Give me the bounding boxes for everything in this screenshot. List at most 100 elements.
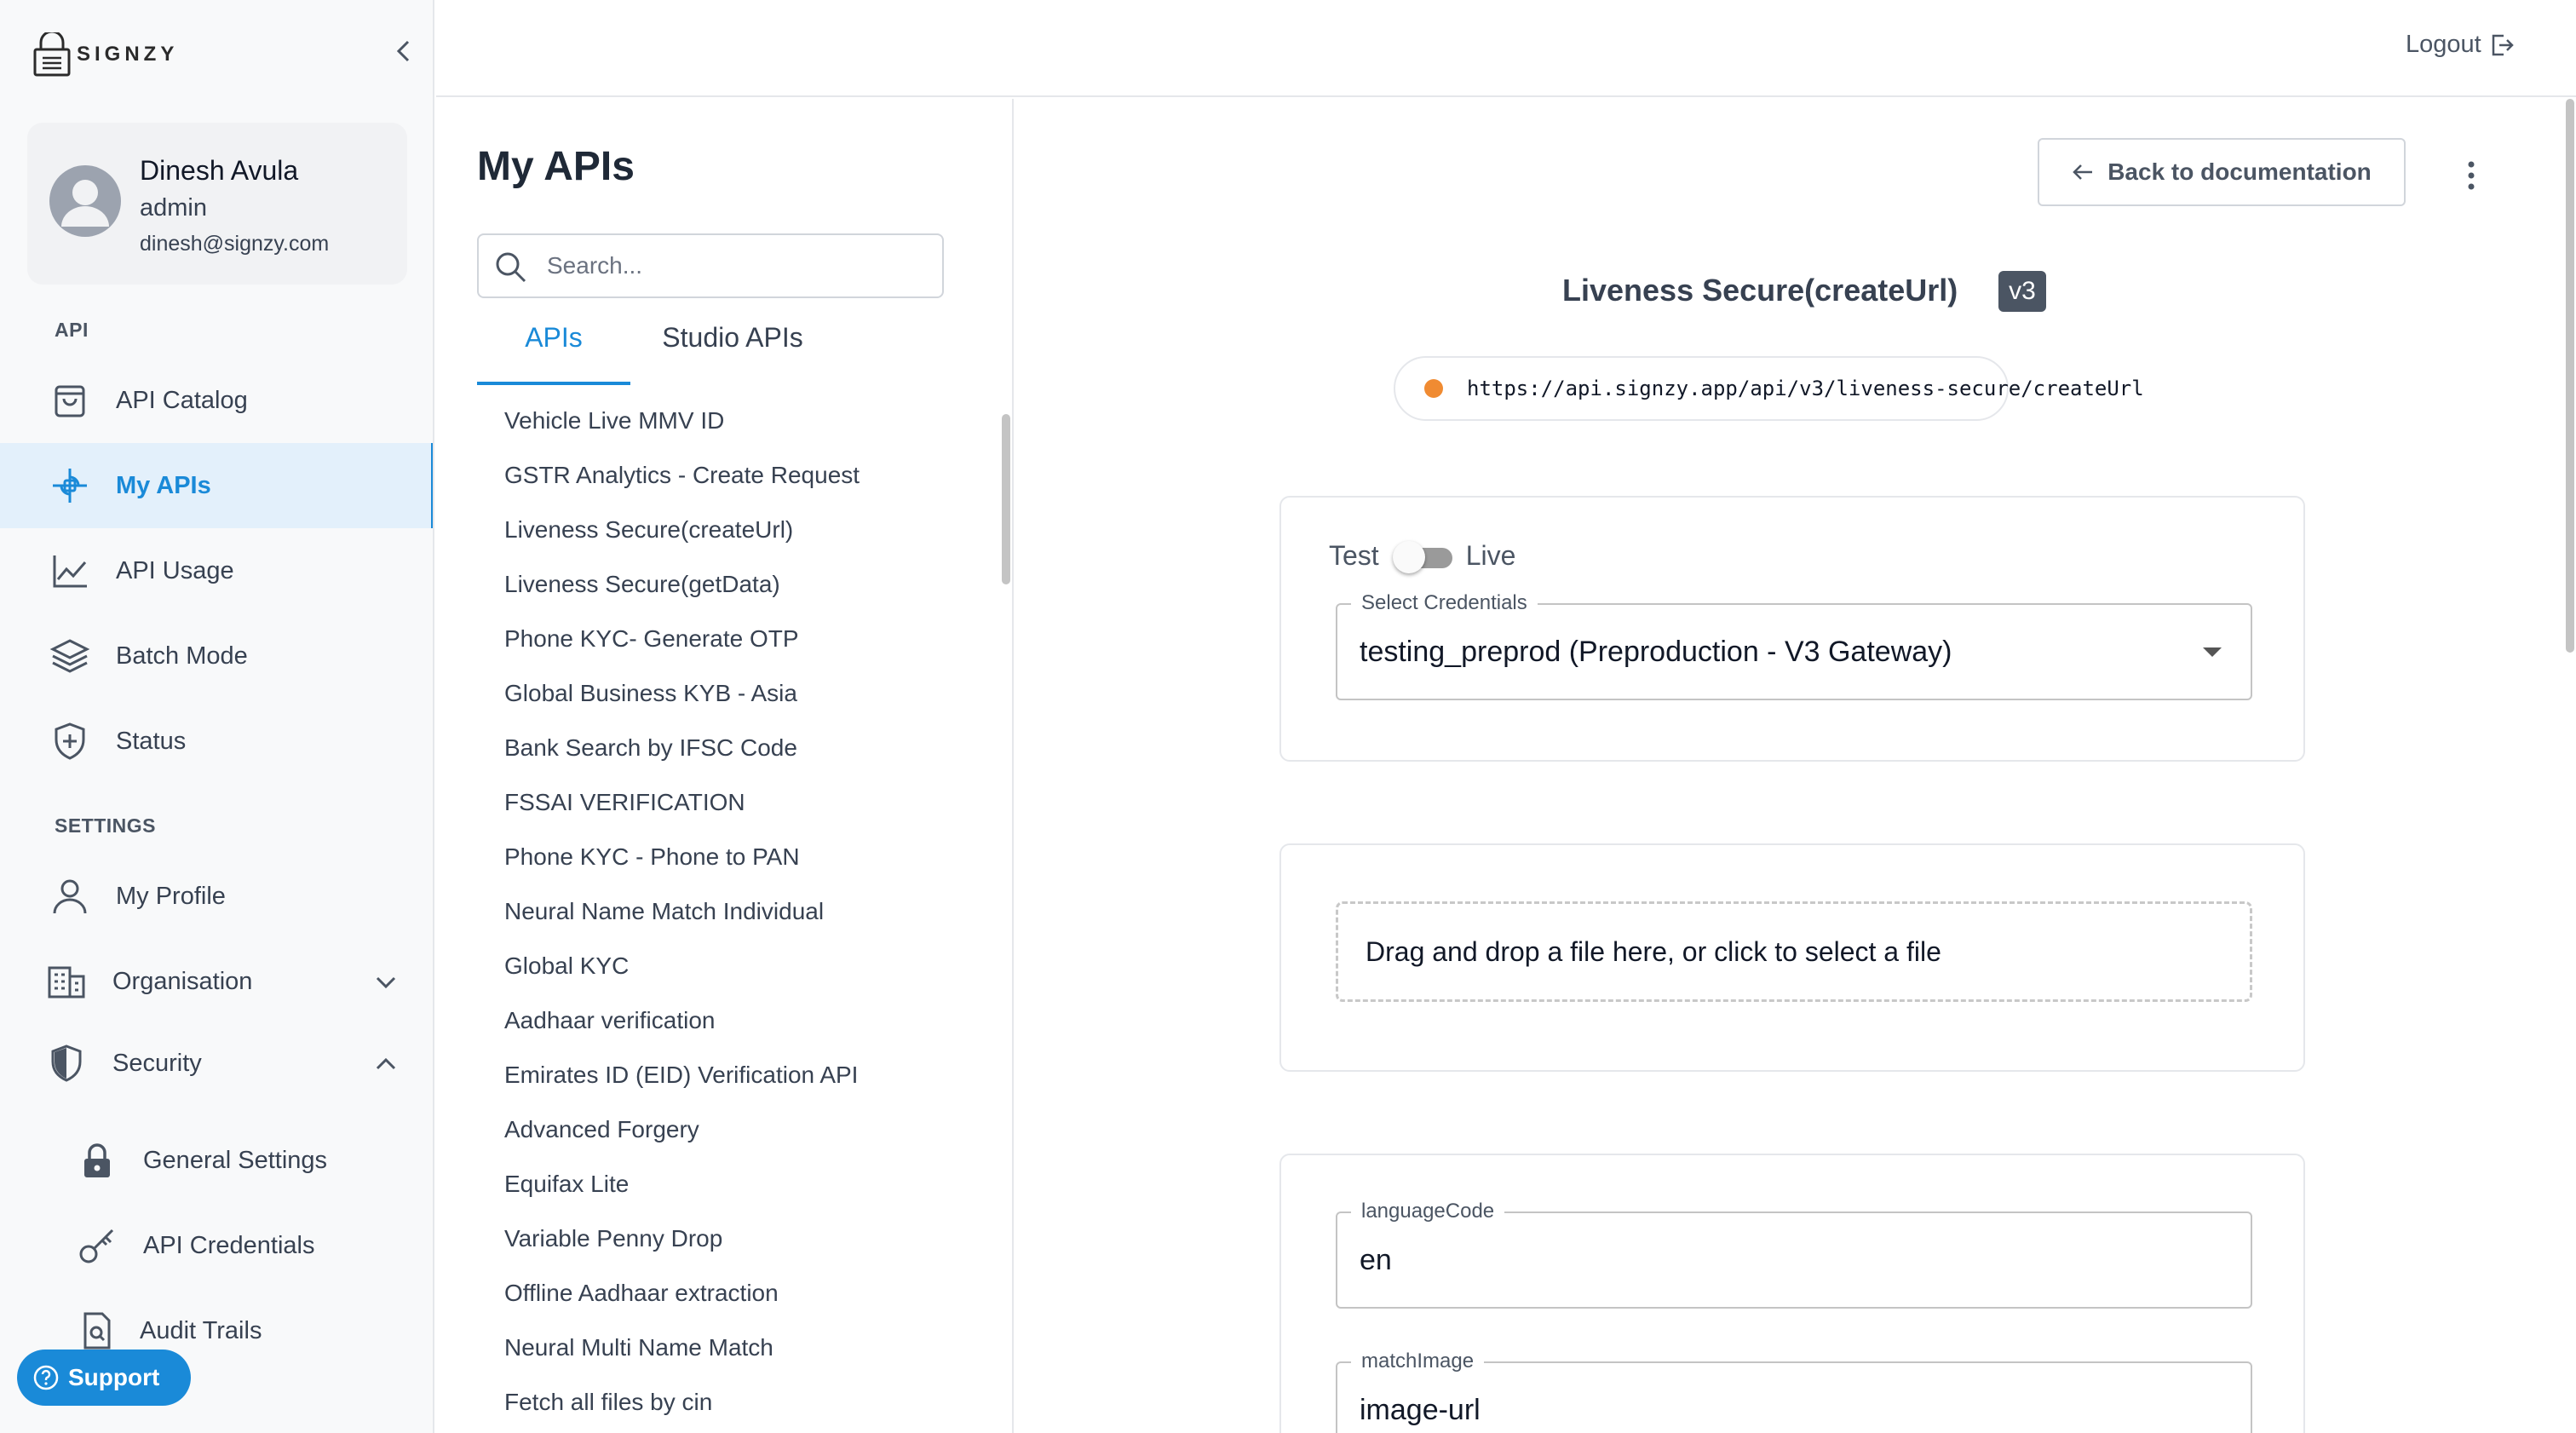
api-title: Liveness Secure(createUrl) bbox=[1562, 273, 1958, 308]
match-image-input[interactable] bbox=[1360, 1394, 2211, 1427]
more-options-icon[interactable] bbox=[2458, 158, 2484, 193]
api-list-scrollbar[interactable] bbox=[1002, 414, 1010, 584]
endpoint-url[interactable]: https://api.signzy.app/api/v3/liveness-s… bbox=[1394, 356, 2144, 421]
version-badge: v3 bbox=[1998, 271, 2046, 312]
back-label: Back to documentation bbox=[2107, 158, 2372, 185]
user-name: Dinesh Avula bbox=[140, 155, 299, 186]
line-chart-icon bbox=[53, 555, 87, 588]
page-title: My APIs bbox=[477, 144, 635, 189]
api-list-panel: My APIs APIs Studio APIs Vehicle Live MM… bbox=[436, 99, 1014, 1433]
sidebar-item-batch-mode[interactable]: Batch Mode bbox=[0, 613, 433, 699]
api-link-icon bbox=[53, 469, 87, 503]
api-list-item[interactable]: Variable Penny Drop bbox=[504, 1225, 722, 1252]
shield-plus-icon bbox=[55, 722, 85, 760]
search-box bbox=[477, 233, 944, 298]
api-list-item[interactable]: Phone KYC - Phone to PAN bbox=[504, 843, 800, 871]
api-list-item[interactable]: Vehicle Live MMV ID bbox=[504, 407, 724, 435]
person-icon bbox=[53, 879, 87, 914]
arrow-left-icon bbox=[2073, 164, 2093, 180]
section-label-api: API bbox=[55, 319, 89, 341]
api-list-item[interactable]: Bank Search by IFSC Code bbox=[504, 734, 797, 762]
sidebar-item-label: Batch Mode bbox=[116, 642, 248, 670]
api-list-item[interactable]: Neural Name Match Individual bbox=[504, 898, 824, 925]
avatar bbox=[49, 165, 121, 237]
api-list-item[interactable]: Phone KYC- Generate OTP bbox=[504, 625, 799, 653]
sidebar-item-api-catalog[interactable]: API Catalog bbox=[0, 358, 433, 443]
logout-icon bbox=[2492, 34, 2514, 55]
language-code-field: languageCode bbox=[1336, 1200, 2252, 1309]
brand-logo[interactable]: SIGNZY bbox=[32, 32, 178, 77]
sidebar-subitem-general-settings[interactable]: General Settings bbox=[0, 1118, 433, 1203]
sidebar-item-my-apis[interactable]: My APIs bbox=[0, 443, 433, 528]
chevron-up-icon bbox=[376, 1057, 396, 1070]
search-input[interactable] bbox=[547, 249, 930, 283]
environment-toggle[interactable] bbox=[1392, 540, 1452, 573]
top-bar: Logout bbox=[436, 0, 2576, 97]
layers-icon bbox=[49, 639, 90, 673]
person-avatar-icon bbox=[61, 180, 109, 227]
sidebar-item-label: Organisation bbox=[112, 968, 253, 995]
user-email: dinesh@signzy.com bbox=[140, 232, 330, 256]
sidebar: SIGNZY Dinesh Avula admin dinesh@signzy.… bbox=[0, 0, 434, 1433]
env-live-label: Live bbox=[1465, 540, 1516, 571]
support-button[interactable]: Support bbox=[17, 1350, 191, 1406]
sidebar-item-label: Security bbox=[112, 1050, 202, 1077]
back-to-documentation-button[interactable]: Back to documentation bbox=[2038, 138, 2406, 206]
api-list-item[interactable]: FSSAI VERIFICATION bbox=[504, 789, 745, 816]
endpoint-url-text: https://api.signzy.app/api/v3/liveness-s… bbox=[1467, 377, 2144, 400]
sidebar-item-api-usage[interactable]: API Usage bbox=[0, 528, 433, 613]
credentials-label: Select Credentials bbox=[1351, 591, 1538, 615]
sidebar-subitem-api-credentials[interactable]: API Credentials bbox=[0, 1203, 433, 1288]
building-icon bbox=[48, 966, 85, 998]
sidebar-item-label: My APIs bbox=[116, 472, 211, 499]
search-icon bbox=[496, 252, 526, 283]
language-code-input[interactable] bbox=[1360, 1244, 2211, 1277]
chevron-down-icon bbox=[376, 976, 396, 989]
support-label: Support bbox=[68, 1364, 160, 1390]
api-list-item[interactable]: Offline Aadhaar extraction bbox=[504, 1280, 779, 1307]
api-list-item[interactable]: Fetch all files by cin bbox=[504, 1389, 712, 1416]
tab-apis[interactable]: APIs bbox=[477, 322, 630, 385]
api-list-item[interactable]: Equifax Lite bbox=[504, 1171, 629, 1198]
brand-name: SIGNZY bbox=[77, 43, 179, 66]
api-list-item[interactable]: Global KYC bbox=[504, 952, 629, 980]
sidebar-item-status[interactable]: Status bbox=[0, 699, 433, 784]
api-list-item[interactable]: Liveness Secure(getData) bbox=[504, 571, 780, 598]
sidebar-item-security[interactable]: Security bbox=[0, 1021, 433, 1106]
collapse-sidebar-button[interactable] bbox=[387, 32, 421, 70]
api-list-item[interactable]: Liveness Secure(createUrl) bbox=[504, 516, 793, 544]
search-document-icon bbox=[83, 1312, 111, 1350]
language-code-label: languageCode bbox=[1351, 1200, 1505, 1223]
sidebar-subitem-label: Audit Trails bbox=[140, 1317, 262, 1344]
file-dropzone[interactable]: Drag and drop a file here, or click to s… bbox=[1336, 901, 2252, 1002]
credentials-select[interactable]: Select Credentials testing_preprod (Prep… bbox=[1336, 591, 2252, 700]
sidebar-item-label: My Profile bbox=[116, 883, 226, 910]
sidebar-item-label: API Usage bbox=[116, 557, 234, 584]
api-list-item[interactable]: Aadhaar verification bbox=[504, 1007, 715, 1034]
sidebar-item-organisation[interactable]: Organisation bbox=[0, 939, 433, 1024]
match-image-field: matchImage bbox=[1336, 1350, 2252, 1433]
api-list-item[interactable]: Global Business KYB - Asia bbox=[504, 680, 797, 707]
credentials-card: Test Live Select Credentials testing_pre… bbox=[1279, 496, 2305, 762]
page-scrollbar[interactable] bbox=[2566, 99, 2574, 653]
env-test-label: Test bbox=[1329, 540, 1379, 571]
sidebar-item-my-profile[interactable]: My Profile bbox=[0, 854, 433, 939]
help-circle-icon bbox=[33, 1365, 59, 1390]
api-list-item[interactable]: Neural Multi Name Match bbox=[504, 1334, 773, 1361]
api-list-item[interactable]: GSTR Analytics - Create Request bbox=[504, 462, 860, 489]
dropzone-text: Drag and drop a file here, or click to s… bbox=[1366, 936, 1941, 967]
lock-icon bbox=[84, 1143, 110, 1177]
app-root: SIGNZY Dinesh Avula admin dinesh@signzy.… bbox=[0, 0, 2576, 1433]
signzy-logo-icon bbox=[33, 32, 71, 77]
api-list-item[interactable]: Emirates ID (EID) Verification API bbox=[504, 1062, 858, 1089]
environment-switch-row: Test Live bbox=[1329, 540, 1516, 573]
dropdown-caret-icon bbox=[2203, 647, 2222, 657]
logout-button[interactable]: Logout bbox=[2406, 31, 2516, 59]
sidebar-item-label: Status bbox=[116, 728, 187, 755]
section-label-settings: SETTINGS bbox=[55, 814, 157, 837]
file-upload-card: Drag and drop a file here, or click to s… bbox=[1279, 843, 2305, 1072]
tab-studio-apis[interactable]: Studio APIs bbox=[647, 322, 818, 385]
api-list-item[interactable]: Advanced Forgery bbox=[504, 1116, 699, 1143]
user-profile-card: Dinesh Avula admin dinesh@signzy.com bbox=[27, 123, 407, 285]
shopping-bag-icon bbox=[55, 385, 85, 417]
